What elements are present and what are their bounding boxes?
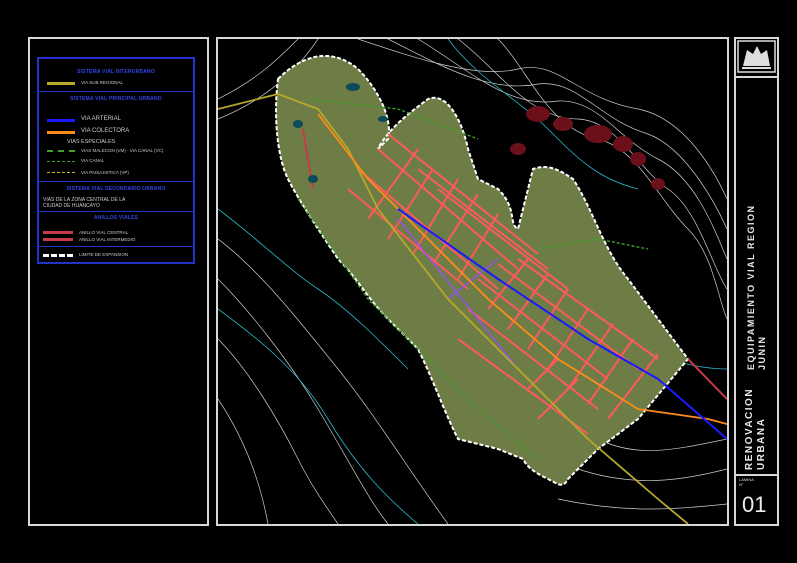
legend-heading-anillos: ANILLOS VIALES bbox=[93, 215, 139, 221]
legend-label-sub-regional: VIA SUB REGIONAL bbox=[81, 80, 124, 85]
legend-label-canal: VIA CANAL bbox=[81, 158, 105, 163]
sheet-number: 01 bbox=[742, 492, 767, 517]
contour-line bbox=[218, 398, 269, 524]
legend-label-especiales: VIAS ESPECIALES bbox=[67, 139, 116, 145]
title-block-divider bbox=[734, 474, 779, 476]
legend-divider bbox=[39, 211, 193, 212]
legend-swatch-paisajistica bbox=[47, 172, 75, 173]
terrain-polygon bbox=[276, 55, 688, 485]
contour-line bbox=[577, 468, 727, 481]
legend-divider bbox=[39, 246, 193, 247]
plan-title-line2: URBANA bbox=[756, 417, 767, 470]
institution-logo bbox=[737, 40, 776, 73]
legend-label-limite: LIMITE DE EXPANSION bbox=[79, 252, 129, 257]
sheet-label-line2: N° bbox=[739, 482, 744, 487]
plan-title-line1: RENOVACION bbox=[744, 387, 755, 470]
legend-swatch-anillo-intermedio bbox=[43, 238, 73, 241]
legend-heading-principal: SISTEMA VIAL PRINCIPAL URBANO bbox=[70, 96, 162, 102]
legend-box: SISTEMA VIAL INTERURBANO VIA SUB REGIONA… bbox=[37, 57, 195, 264]
urban-area bbox=[276, 55, 688, 485]
river-line bbox=[218, 308, 419, 524]
title-block-divider bbox=[734, 76, 779, 78]
legend-swatch-sub-regional bbox=[47, 82, 75, 85]
legend-swatch-anillo-central bbox=[43, 231, 73, 234]
legend-label-colectora: VIA COLECTORA bbox=[81, 128, 130, 134]
legend-label-anillo-intermedio: ANILLO VIAL INTERMEDIO bbox=[79, 237, 136, 242]
legend-label-malecon: VIAS MALECON (VM) - VIA CANAL (VC) bbox=[81, 148, 164, 153]
project-title-line1: EQUIPAMIENTO VIAL REGION bbox=[746, 204, 756, 370]
legend-heading-interurbano: SISTEMA VIAL INTERURBANO bbox=[77, 69, 155, 75]
legend-label-paisajistica: VIA PAISAJISTICA (VP) bbox=[81, 170, 129, 175]
legend-label-arterial: VIA ARTERIAL bbox=[81, 116, 121, 122]
legend-swatch-arterial bbox=[47, 119, 75, 122]
sheet-label: LAMINA N° bbox=[739, 477, 754, 487]
map-canvas[interactable] bbox=[218, 39, 727, 524]
legend-swatch-colectora bbox=[47, 131, 75, 134]
legend-divider bbox=[39, 181, 193, 182]
legend-heading-secundario: SISTEMA VIAL SECUNDARIO URBANO bbox=[66, 186, 166, 192]
contour-line bbox=[597, 438, 727, 451]
legend-divider bbox=[39, 91, 193, 92]
legend-swatch-malecon bbox=[47, 150, 75, 152]
contour-line bbox=[557, 498, 727, 510]
legend-label-huancayo: CIUDAD DE HUANCAYO bbox=[43, 203, 100, 209]
legend-label-anillo-central: ANILLO VIAL CENTRAL bbox=[79, 230, 129, 235]
legend-swatch-limite bbox=[43, 254, 73, 257]
project-title-line2: JUNIN bbox=[757, 335, 767, 370]
contour-line bbox=[218, 338, 339, 524]
legend-swatch-canal bbox=[47, 161, 75, 162]
map-viewport[interactable] bbox=[216, 37, 729, 526]
ring-road-line bbox=[687, 358, 727, 400]
